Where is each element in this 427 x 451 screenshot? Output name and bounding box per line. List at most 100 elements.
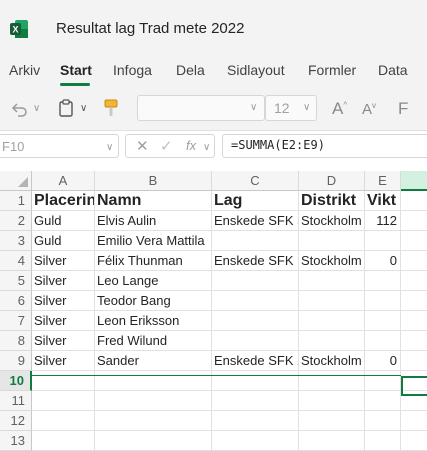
empty-cell[interactable] <box>95 391 212 411</box>
empty-cell[interactable] <box>95 431 212 451</box>
table-cell[interactable] <box>212 271 299 291</box>
table-cell[interactable]: Silver <box>32 331 95 351</box>
table-cell[interactable] <box>299 311 365 331</box>
row-header-9[interactable]: 9 <box>0 351 32 371</box>
empty-cell[interactable] <box>212 411 299 431</box>
table-cell[interactable] <box>365 271 401 291</box>
insert-function-icon[interactable]: fx <box>186 138 196 153</box>
format-painter-icon[interactable] <box>104 99 118 117</box>
row-header-8[interactable]: 8 <box>0 331 32 351</box>
tab-dela[interactable]: Dela <box>176 62 205 78</box>
undo-icon[interactable] <box>10 101 28 117</box>
empty-cell[interactable] <box>32 411 95 431</box>
empty-cell[interactable] <box>365 431 401 451</box>
tab-sidlayout[interactable]: Sidlayout <box>227 62 285 78</box>
table-cell[interactable] <box>365 311 401 331</box>
table-cell[interactable]: Félix Thunman <box>95 251 212 271</box>
empty-cell[interactable] <box>401 331 427 351</box>
empty-cell[interactable] <box>32 391 95 411</box>
empty-cell[interactable] <box>32 371 95 391</box>
table-cell[interactable] <box>299 291 365 311</box>
empty-cell[interactable] <box>401 251 427 271</box>
table-cell[interactable]: 0 <box>365 251 401 271</box>
font-name-select[interactable]: ∨ <box>137 95 265 121</box>
row-header-4[interactable]: 4 <box>0 251 32 271</box>
empty-cell[interactable] <box>401 411 427 431</box>
table-cell[interactable]: 112 <box>365 211 401 231</box>
paste-dropdown-chevron-icon[interactable]: ∨ <box>80 103 87 114</box>
table-cell[interactable] <box>299 231 365 251</box>
empty-cell[interactable] <box>401 211 427 231</box>
table-cell[interactable] <box>299 331 365 351</box>
empty-cell[interactable] <box>401 191 427 211</box>
empty-cell[interactable] <box>401 311 427 331</box>
table-cell[interactable]: Enskede SFK 3 <box>212 211 299 231</box>
row-header-5[interactable]: 5 <box>0 271 32 291</box>
table-cell[interactable]: Silver <box>32 271 95 291</box>
row-header-10[interactable]: 10 <box>0 371 32 391</box>
empty-cell[interactable] <box>365 411 401 431</box>
table-cell[interactable] <box>212 311 299 331</box>
table-cell[interactable] <box>212 331 299 351</box>
column-header-d[interactable]: D <box>299 171 365 191</box>
table-cell[interactable]: Guld <box>32 211 95 231</box>
font-size-select[interactable]: 12 ∨ <box>265 95 317 121</box>
row-header-2[interactable]: 2 <box>0 211 32 231</box>
header-cell[interactable]: Distrikt <box>299 191 365 211</box>
undo-dropdown-chevron-icon[interactable]: ∨ <box>33 103 40 114</box>
row-header-6[interactable]: 6 <box>0 291 32 311</box>
table-cell[interactable]: Emilio Vera Mattila <box>95 231 212 251</box>
tab-arkiv[interactable]: Arkiv <box>9 62 40 78</box>
table-cell[interactable]: Enskede SFK 2 <box>212 351 299 371</box>
decrease-font-icon[interactable]: Av <box>362 101 376 118</box>
row-header-11[interactable]: 11 <box>0 391 32 411</box>
empty-cell[interactable] <box>401 351 427 371</box>
header-cell[interactable]: Lag <box>212 191 299 211</box>
header-cell[interactable]: Placering <box>32 191 95 211</box>
empty-cell[interactable] <box>212 391 299 411</box>
empty-cell[interactable] <box>95 371 212 391</box>
empty-cell[interactable] <box>212 371 299 391</box>
table-cell[interactable]: Stockholm <box>299 251 365 271</box>
table-cell[interactable] <box>365 231 401 251</box>
table-cell[interactable]: Leon Eriksson <box>95 311 212 331</box>
increase-font-icon[interactable]: A^ <box>332 99 347 119</box>
column-header-a[interactable]: A <box>32 171 95 191</box>
table-cell[interactable]: Silver <box>32 291 95 311</box>
empty-cell[interactable] <box>401 291 427 311</box>
tab-formler[interactable]: Formler <box>308 62 356 78</box>
tab-infoga[interactable]: Infoga <box>113 62 152 78</box>
table-cell[interactable]: Fred Wilund <box>95 331 212 351</box>
column-header-f[interactable] <box>401 171 427 191</box>
empty-cell[interactable] <box>401 271 427 291</box>
empty-cell[interactable] <box>299 391 365 411</box>
column-header-c[interactable]: C <box>212 171 299 191</box>
clipboard-icon[interactable] <box>58 99 74 117</box>
empty-cell[interactable] <box>365 391 401 411</box>
table-cell[interactable]: Stockholm <box>299 211 365 231</box>
row-header-3[interactable]: 3 <box>0 231 32 251</box>
table-cell[interactable] <box>365 291 401 311</box>
row-header-7[interactable]: 7 <box>0 311 32 331</box>
empty-cell[interactable] <box>299 371 365 391</box>
name-box[interactable]: F10 ∨ <box>0 134 119 158</box>
table-cell[interactable]: Sander <box>95 351 212 371</box>
table-cell[interactable]: Silver <box>32 311 95 331</box>
table-cell[interactable]: Teodor Bang <box>95 291 212 311</box>
empty-cell[interactable] <box>32 431 95 451</box>
header-cell[interactable]: Vikt <box>365 191 401 211</box>
table-cell[interactable] <box>365 331 401 351</box>
column-header-b[interactable]: B <box>95 171 212 191</box>
empty-cell[interactable] <box>299 411 365 431</box>
empty-cell[interactable] <box>365 371 401 391</box>
bold-icon[interactable]: F <box>398 99 408 119</box>
column-header-e[interactable]: E <box>365 171 401 191</box>
header-cell[interactable]: Namn <box>95 191 212 211</box>
empty-cell[interactable] <box>401 231 427 251</box>
table-cell[interactable]: Elvis Aulin <box>95 211 212 231</box>
active-cell-f10[interactable] <box>401 376 427 396</box>
tab-start[interactable]: Start <box>60 62 92 78</box>
empty-cell[interactable] <box>299 431 365 451</box>
table-cell[interactable]: Leo Lange <box>95 271 212 291</box>
table-cell[interactable]: Silver <box>32 251 95 271</box>
